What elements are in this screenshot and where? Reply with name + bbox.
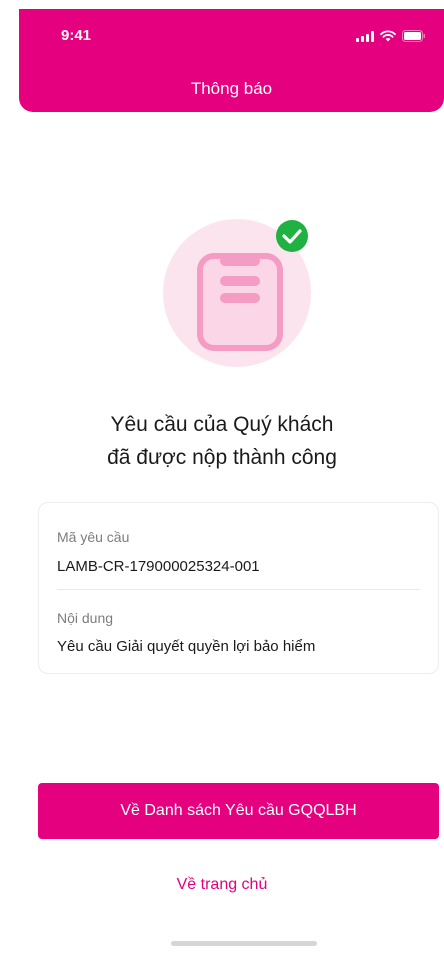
status-icons [356, 30, 426, 42]
check-circle-icon [276, 220, 308, 252]
battery-icon [402, 30, 426, 42]
request-code-value: LAMB-CR-179000025324-001 [57, 558, 260, 575]
content-value: Yêu cầu Giải quyết quyền lợi bảo hiểm [57, 638, 316, 655]
back-to-request-list-button[interactable]: Về Danh sách Yêu cầu GQQLBH [38, 783, 439, 839]
page-title: Thông báo [190, 79, 273, 98]
home-indicator [171, 941, 317, 946]
status-time: 9:41 [61, 27, 92, 44]
content-label: Nội dung [57, 610, 114, 626]
success-message: Yêu cầu của Quý khách đã được nộp thành … [0, 408, 444, 474]
request-details-card: Mã yêu cầu LAMB-CR-179000025324-001 Nội … [38, 502, 439, 674]
success-message-line2: đã được nộp thành công [107, 446, 337, 469]
signal-icon [356, 31, 374, 42]
app-header: 9:41 Thông báo [19, 9, 444, 112]
request-code-label: Mã yêu cầu [57, 529, 130, 545]
divider [57, 589, 420, 590]
success-illustration [163, 219, 313, 369]
wifi-icon [380, 30, 396, 42]
back-to-home-link[interactable]: Về trang chủ [0, 876, 444, 894]
success-message-line1: Yêu cầu của Quý khách [110, 413, 334, 436]
phone-icon [197, 253, 283, 351]
